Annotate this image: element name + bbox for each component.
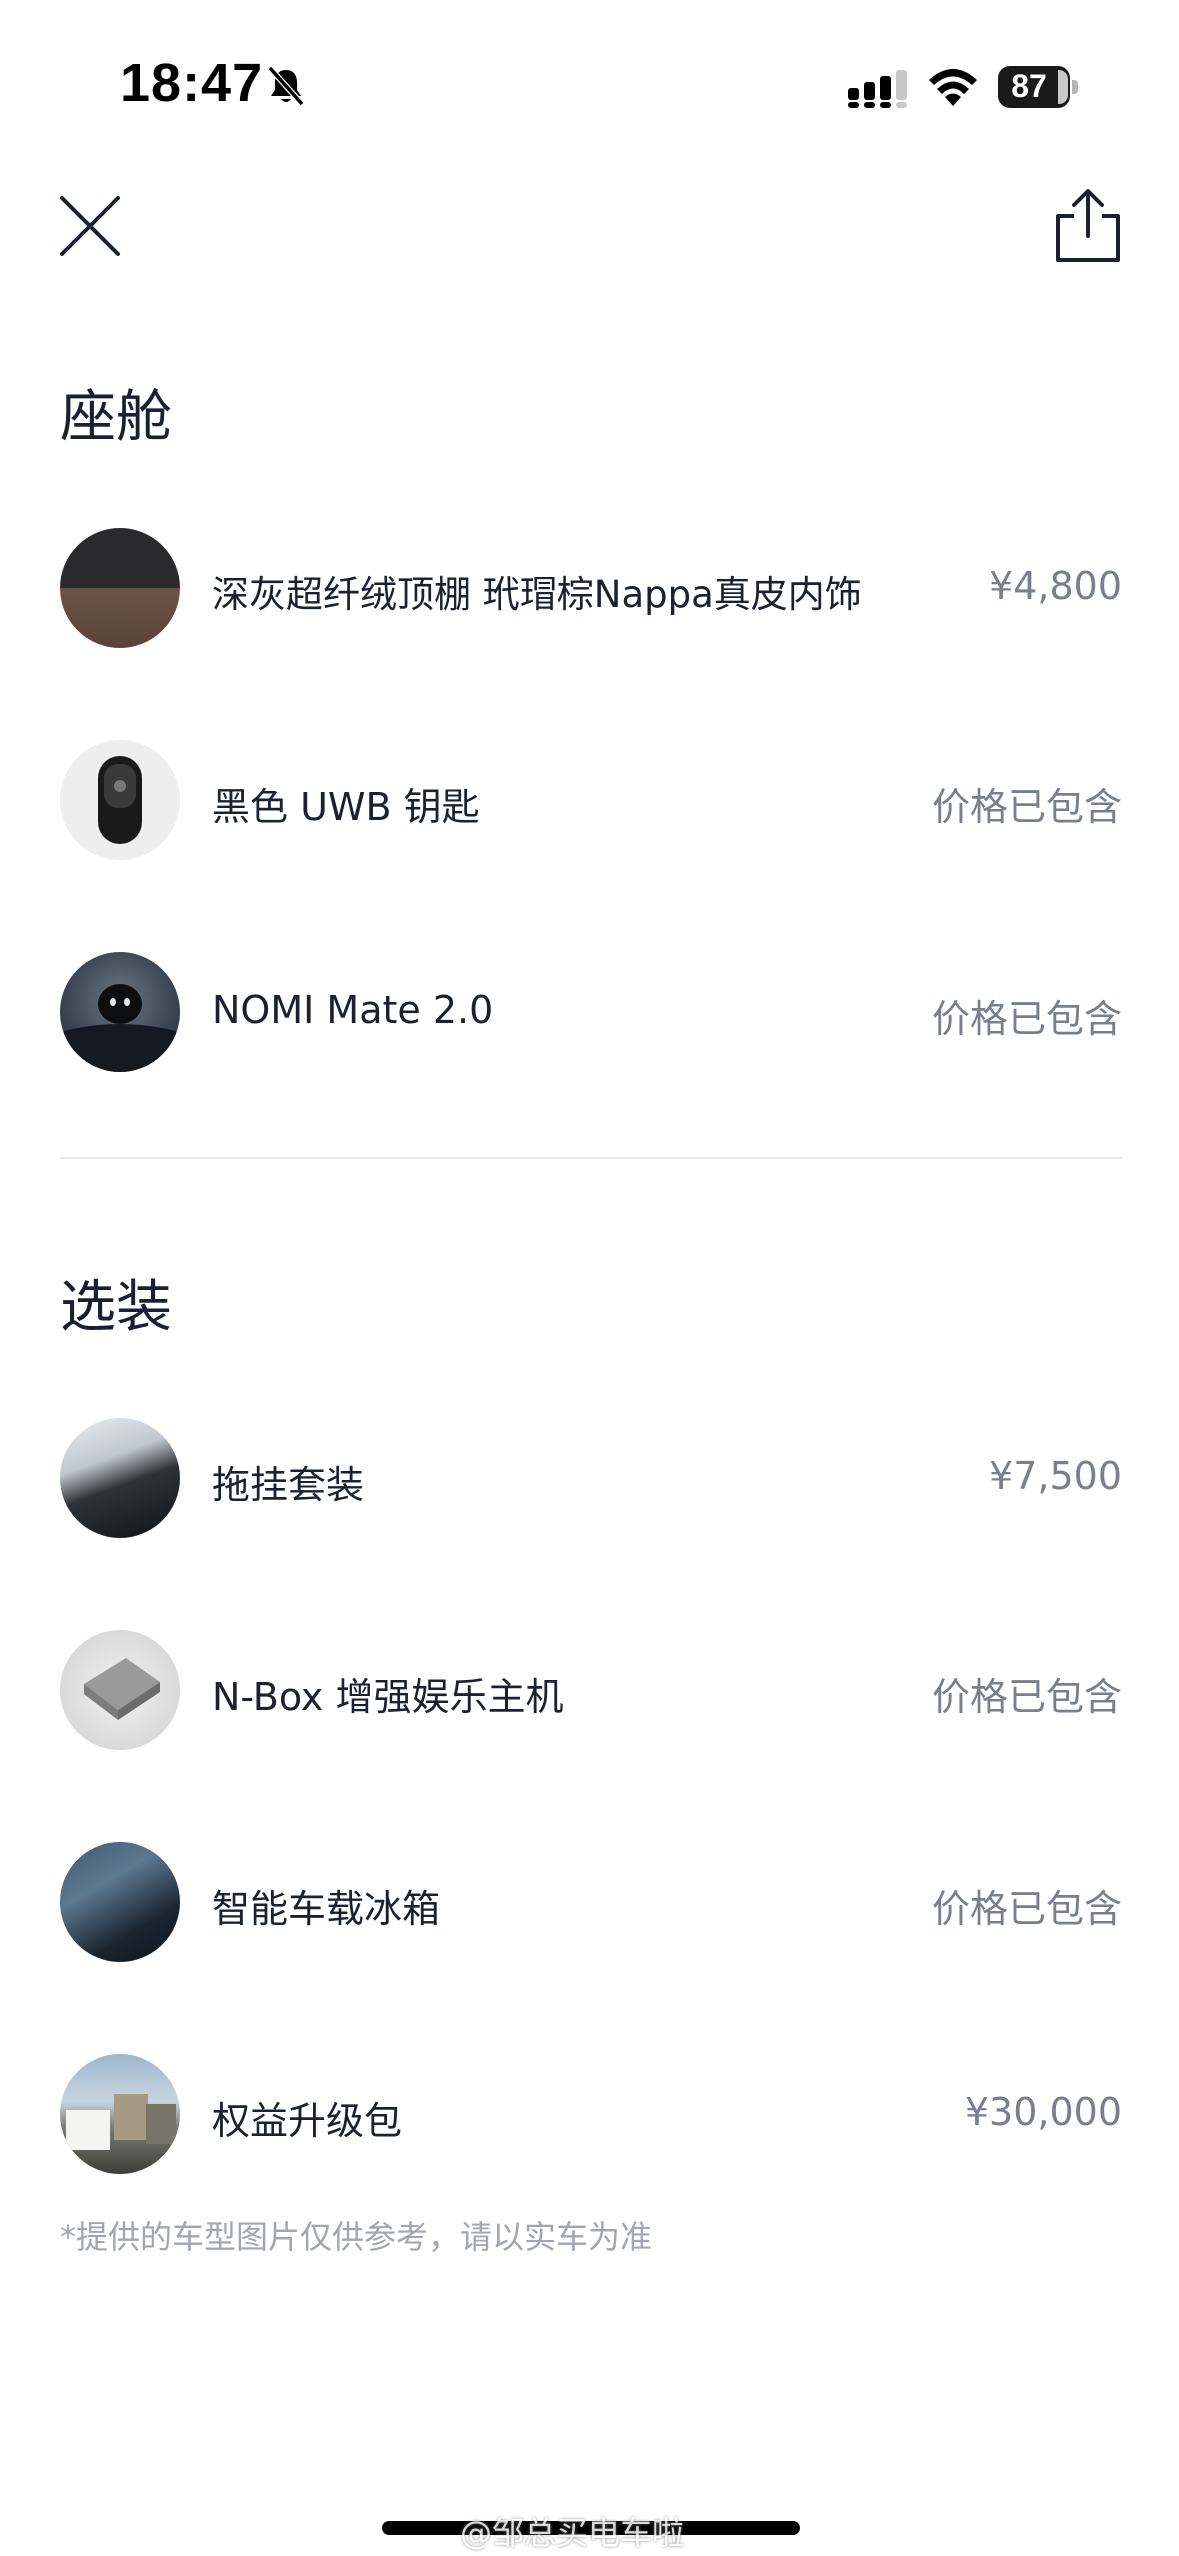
disclaimer-text: *提供的车型图片仅供参考，请以实车为准 <box>60 2218 653 2256</box>
fridge-thumbnail <box>60 1842 180 1962</box>
battery-tip <box>1072 80 1078 94</box>
item-price: ¥30,000 <box>964 2090 1122 2134</box>
share-icon[interactable] <box>1052 186 1124 266</box>
wifi-icon <box>929 69 977 106</box>
status-bar: 18:47 87 <box>0 0 1179 150</box>
item-name: 深灰超纤绒顶棚 玳瑁棕Nappa真皮内饰 <box>212 573 862 616</box>
item-price: ¥4,800 <box>989 564 1122 608</box>
item-name: NOMI Mate 2.0 <box>212 988 494 1032</box>
item-name: 拖挂套装 <box>212 1463 365 1507</box>
option-item-upgrade-pack[interactable]: 权益升级包 ¥30,000 <box>60 2054 1122 2178</box>
bell-muted-icon <box>267 66 305 106</box>
cellular-signal-icon <box>848 70 907 108</box>
section-divider <box>60 1157 1122 1159</box>
item-name: 权益升级包 <box>212 2099 403 2143</box>
option-item-tow-kit[interactable]: 拖挂套装 ¥7,500 <box>60 1418 1122 1542</box>
option-item-fridge[interactable]: 智能车载冰箱 价格已包含 <box>60 1842 1122 1966</box>
upgrade-pack-thumbnail <box>60 2054 180 2174</box>
item-price: 价格已包含 <box>931 785 1122 829</box>
interior-thumbnail <box>60 528 180 648</box>
watermark-text: @邹总买电车啦 <box>460 2514 685 2552</box>
item-price: ¥7,500 <box>989 1454 1122 1498</box>
battery-icon: 87 <box>998 66 1078 108</box>
item-price: 价格已包含 <box>931 997 1122 1041</box>
option-item-nbox[interactable]: N-Box 增强娱乐主机 价格已包含 <box>60 1630 1122 1754</box>
status-time: 18:47 <box>120 53 264 113</box>
nomi-robot-icon <box>60 984 180 1072</box>
section-title-options: 选装 <box>60 1275 172 1340</box>
tow-kit-thumbnail <box>60 1418 180 1538</box>
key-fob-icon <box>98 756 142 844</box>
screen: 18:47 87 座舱 深灰超纤绒顶棚 玳瑁棕Nappa真皮内饰 ¥4,800 … <box>0 0 1179 2556</box>
item-name: N-Box 增强娱乐主机 <box>212 1675 564 1719</box>
cabin-item-interior[interactable]: 深灰超纤绒顶棚 玳瑁棕Nappa真皮内饰 ¥4,800 <box>60 528 1122 652</box>
battery-level: 87 <box>1011 68 1047 104</box>
cabin-item-uwb-key[interactable]: 黑色 UWB 钥匙 价格已包含 <box>60 740 1122 864</box>
close-icon[interactable] <box>56 192 124 260</box>
item-price: 价格已包含 <box>931 1675 1122 1719</box>
item-name: 智能车载冰箱 <box>212 1887 441 1931</box>
building-image-icon <box>66 2094 176 2150</box>
nbox-thumbnail <box>60 1630 180 1750</box>
nomi-thumbnail <box>60 952 180 1072</box>
cabin-item-nomi[interactable]: NOMI Mate 2.0 价格已包含 <box>60 952 1122 1076</box>
section-title-cabin: 座舱 <box>60 385 172 450</box>
uwb-key-thumbnail <box>60 740 180 860</box>
nbox-device-icon <box>84 1658 160 1720</box>
item-name: 黑色 UWB 钥匙 <box>212 785 480 829</box>
item-price: 价格已包含 <box>931 1887 1122 1931</box>
